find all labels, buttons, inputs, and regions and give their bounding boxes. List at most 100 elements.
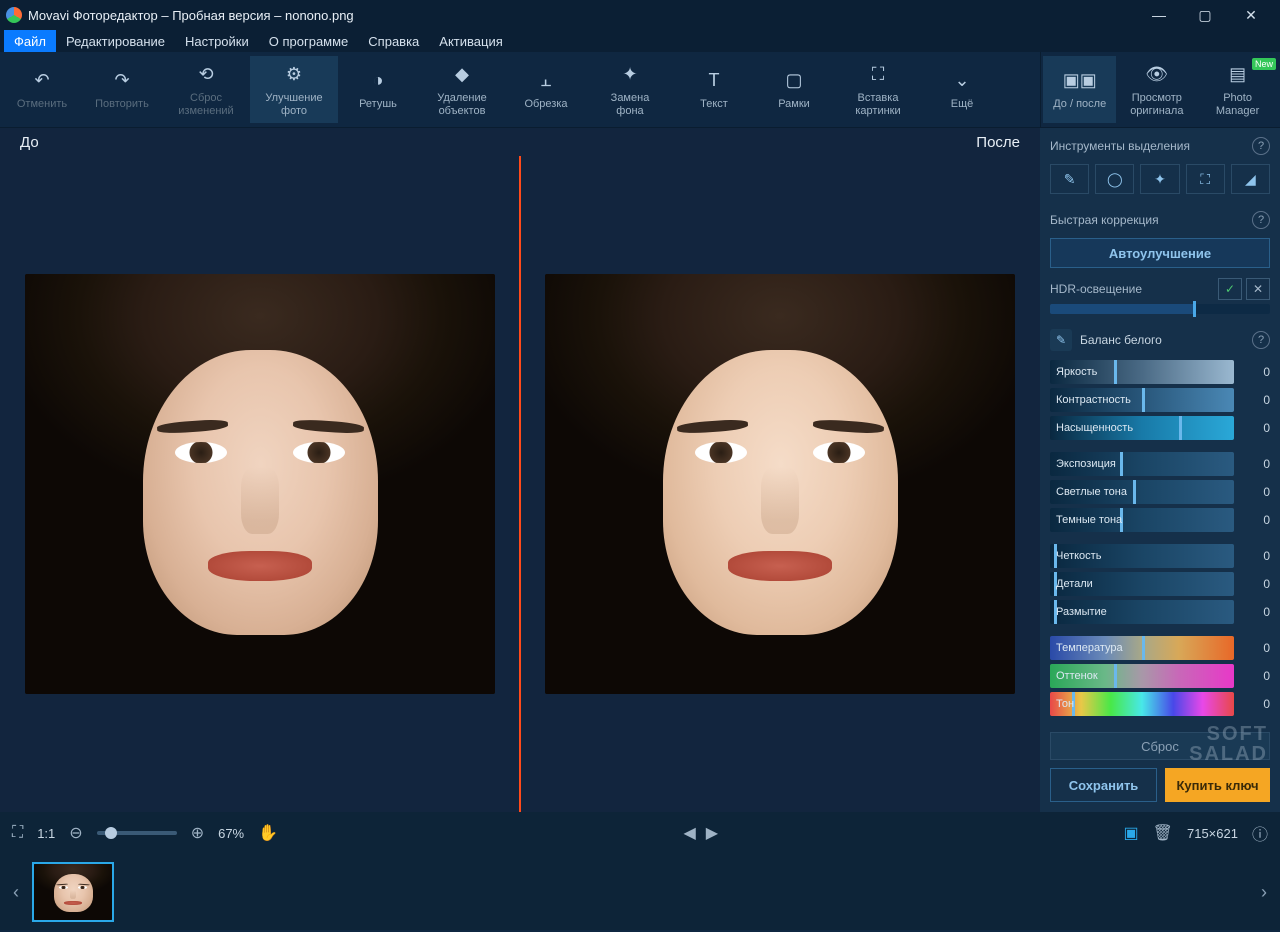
slider-details[interactable]: Детали0	[1050, 572, 1270, 596]
zoom-slider[interactable]	[97, 831, 177, 835]
menu-файл[interactable]: Файл	[4, 30, 56, 52]
temperature-handle[interactable]	[1142, 636, 1145, 660]
eyedropper-icon[interactable]: ✎	[1050, 329, 1072, 351]
contrast-value: 0	[1240, 393, 1270, 407]
toolbar-bg-change[interactable]: ✦Замена фона	[586, 56, 674, 123]
slider-saturation[interactable]: Насыщенность0	[1050, 416, 1270, 440]
zoom-out-icon[interactable]: ⊖	[69, 823, 82, 843]
after-label: После	[976, 134, 1020, 151]
view-original-label: Просмотр оригинала	[1130, 92, 1183, 117]
next-icon[interactable]: ▶	[706, 823, 718, 843]
slider-sharpness[interactable]: Четкость0	[1050, 544, 1270, 568]
toolbar-crop[interactable]: ⫠Обрезка	[506, 56, 586, 123]
fullscreen-icon[interactable]: ⛶	[12, 824, 23, 842]
prev-icon[interactable]: ◀	[683, 823, 695, 843]
wand-tool[interactable]: ✦	[1140, 164, 1179, 194]
menu-о программе[interactable]: О программе	[259, 30, 359, 52]
strip-next-icon[interactable]: ›	[1254, 860, 1274, 924]
strip-prev-icon[interactable]: ‹	[6, 860, 26, 924]
menu-редактирование[interactable]: Редактирование	[56, 30, 175, 52]
marquee-tool[interactable]: ⛶	[1186, 164, 1225, 194]
toolbar-redo[interactable]: ↷Повторить	[82, 56, 162, 123]
tint-handle[interactable]	[1114, 664, 1117, 688]
thumbnail[interactable]	[32, 862, 114, 922]
toolbar-object-removal[interactable]: ◆Удаление объектов	[418, 56, 506, 123]
slider-brightness[interactable]: Яркость0	[1050, 360, 1270, 384]
fit-icon[interactable]: ▣	[1124, 823, 1139, 843]
brightness-handle[interactable]	[1114, 360, 1117, 384]
info-icon[interactable]: ⓘ	[1252, 821, 1268, 845]
toolbar-before-after[interactable]: ▣▣До / после	[1043, 56, 1116, 123]
toolbar-photo-manager[interactable]: ▤Photo ManagerNew	[1197, 56, 1278, 123]
hand-tool-icon[interactable]: ✋	[258, 823, 278, 843]
slider-hue[interactable]: Тон0	[1050, 692, 1270, 716]
crop-label: Обрезка	[524, 98, 567, 111]
text-icon: T	[702, 68, 726, 92]
delete-icon[interactable]: 🗑	[1153, 823, 1173, 843]
auto-enhance-button[interactable]: Автоулучшение	[1050, 238, 1270, 268]
zoom-in-icon[interactable]: ⊕	[191, 823, 204, 843]
highlights-handle[interactable]	[1133, 480, 1136, 504]
slider-blur[interactable]: Размытие0	[1050, 600, 1270, 624]
shadows-label: Темные тона	[1056, 508, 1122, 532]
saturation-label: Насыщенность	[1056, 416, 1133, 440]
contrast-handle[interactable]	[1142, 388, 1145, 412]
help-icon[interactable]: ?	[1252, 211, 1270, 229]
toolbar-view-original[interactable]: 👁Просмотр оригинала	[1116, 56, 1197, 123]
before-after-label: До / после	[1053, 98, 1106, 111]
text-label: Текст	[700, 98, 728, 111]
menu-справка[interactable]: Справка	[358, 30, 429, 52]
after-image[interactable]	[545, 274, 1015, 694]
hdr-slider[interactable]	[1050, 304, 1270, 314]
temperature-label: Температура	[1056, 636, 1123, 660]
compare-divider[interactable]	[519, 156, 521, 812]
toolbar-undo[interactable]: ↶Отменить	[2, 56, 82, 123]
frames-label: Рамки	[778, 98, 810, 111]
hue-label: Тон	[1056, 692, 1074, 716]
before-label: До	[20, 134, 39, 151]
slider-contrast[interactable]: Контрастность 0	[1050, 388, 1270, 412]
toolbar-frames[interactable]: ▢Рамки	[754, 56, 834, 123]
tint-label: Оттенок	[1056, 664, 1098, 688]
saturation-handle[interactable]	[1179, 416, 1182, 440]
menu-настройки[interactable]: Настройки	[175, 30, 259, 52]
exposure-handle[interactable]	[1120, 452, 1123, 476]
slider-shadows[interactable]: Темные тона0	[1050, 508, 1270, 532]
more-label: Ещё	[951, 98, 974, 111]
hdr-apply-button[interactable]: ✓	[1218, 278, 1242, 300]
eraser-tool[interactable]: ◢	[1231, 164, 1270, 194]
adjustments-panel: Инструменты выделения ? ✎ ◯ ✦ ⛶ ◢ Быстра…	[1040, 128, 1280, 812]
ratio-label[interactable]: 1:1	[37, 826, 55, 841]
toolbar-text[interactable]: T Текст	[674, 56, 754, 123]
slider-temperature[interactable]: Температура0	[1050, 636, 1270, 660]
maximize-button[interactable]: ▢	[1182, 0, 1228, 30]
toolbar-enhance[interactable]: ⚙Улучшение фото	[250, 56, 338, 123]
exposure-label: Экспозиция	[1056, 452, 1116, 476]
help-icon[interactable]: ?	[1252, 331, 1270, 349]
menu-активация[interactable]: Активация	[429, 30, 512, 52]
minimize-button[interactable]: —	[1136, 0, 1182, 30]
insert-image-icon: ⛶	[866, 62, 890, 86]
contrast-label: Контрастность	[1056, 388, 1131, 412]
slider-tint[interactable]: Оттенок0	[1050, 664, 1270, 688]
slider-exposure[interactable]: Экспозиция 0	[1050, 452, 1270, 476]
close-button[interactable]: ✕	[1228, 0, 1274, 30]
toolbar-insert-image[interactable]: ⛶Вставка картинки	[834, 56, 922, 123]
app-icon	[6, 7, 22, 23]
help-icon[interactable]: ?	[1252, 137, 1270, 155]
buy-key-button[interactable]: Купить ключ	[1165, 768, 1270, 802]
before-image[interactable]	[25, 274, 495, 694]
exposure-value: 0	[1240, 457, 1270, 471]
slider-highlights[interactable]: Светлые тона0	[1050, 480, 1270, 504]
photo-manager-icon: ▤	[1226, 62, 1250, 86]
reset-changes-icon: ⟲	[194, 62, 218, 86]
brush-tool[interactable]: ✎	[1050, 164, 1089, 194]
toolbar-reset-changes[interactable]: ⟲Сброс изменений	[162, 56, 250, 123]
save-button[interactable]: Сохранить	[1050, 768, 1157, 802]
selection-tools-header: Инструменты выделения	[1050, 139, 1190, 153]
toolbar-more[interactable]: ⌄Ещё	[922, 56, 1002, 123]
lasso-tool[interactable]: ◯	[1095, 164, 1134, 194]
zoom-level: 67%	[218, 826, 244, 841]
toolbar-retouch[interactable]: ◑Ретушь	[338, 56, 418, 123]
hdr-cancel-button[interactable]: ✕	[1246, 278, 1270, 300]
